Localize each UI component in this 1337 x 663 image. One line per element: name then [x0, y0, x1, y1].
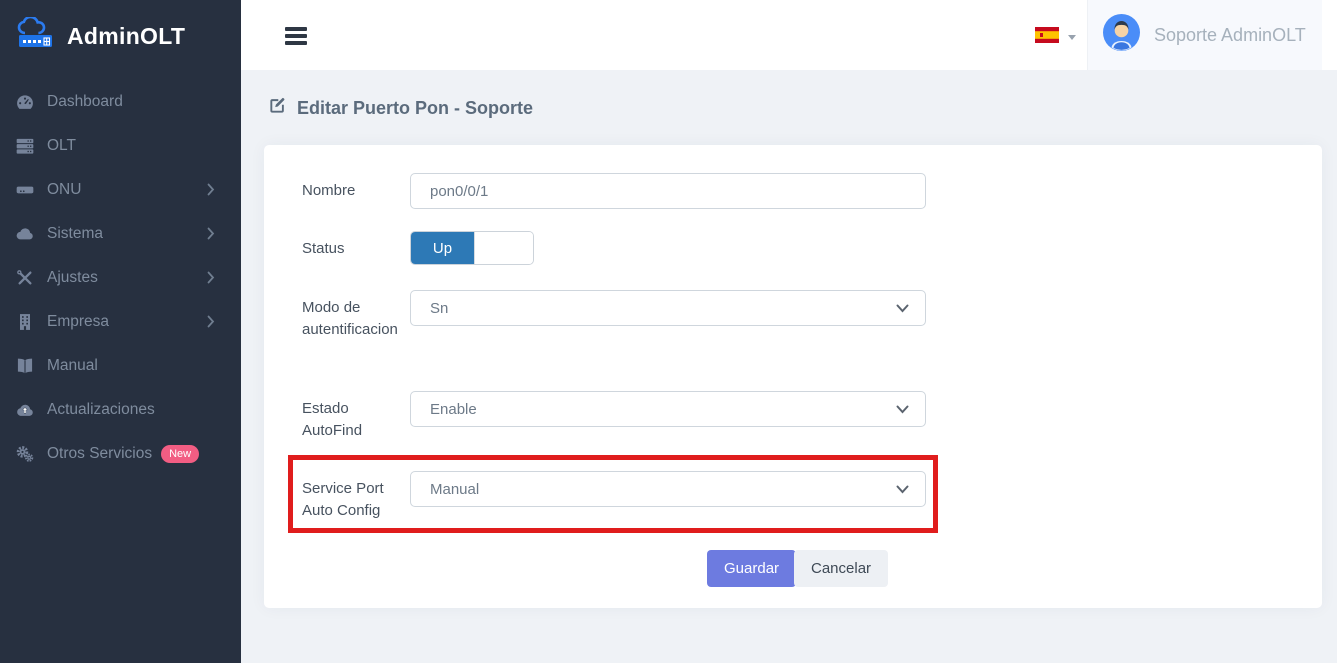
adminolt-logo-icon	[16, 17, 58, 56]
user-menu[interactable]: Soporte AdminOLT	[1087, 0, 1322, 70]
sidebar-item-label: Dashboard	[47, 93, 123, 111]
language-dropdown[interactable]	[1035, 27, 1076, 48]
server-icon	[14, 136, 36, 156]
sidebar-item-actualizaciones[interactable]: Actualizaciones	[0, 388, 241, 432]
sidebar-item-sistema[interactable]: Sistema	[0, 212, 241, 256]
caret-down-icon	[1068, 35, 1076, 40]
dashboard-icon	[14, 92, 36, 112]
sidebar-item-label: Empresa	[47, 313, 109, 331]
book-icon	[14, 356, 36, 376]
save-button[interactable]: Guardar	[707, 550, 796, 587]
chevron-right-icon	[207, 271, 215, 289]
sidebar-item-empresa[interactable]: Empresa	[0, 300, 241, 344]
sidebar-item-label: Ajustes	[47, 269, 98, 287]
sidebar-item-manual[interactable]: Manual	[0, 344, 241, 388]
sidebar-item-label: Otros Servicios	[47, 445, 152, 463]
sidebar-item-label: Manual	[47, 357, 98, 375]
status-toggle-track	[474, 232, 533, 264]
chevron-right-icon	[207, 227, 215, 245]
estado-autofind-value: Enable	[430, 401, 477, 418]
sidebar-item-onu[interactable]: ONU	[0, 168, 241, 212]
status-label: Status	[302, 238, 402, 260]
chevron-down-icon	[896, 481, 909, 498]
new-badge: New	[161, 445, 199, 463]
page-title: Editar Puerto Pon - Soporte	[268, 96, 533, 120]
nombre-input[interactable]	[410, 173, 926, 209]
sidebar-item-dashboard[interactable]: Dashboard	[0, 80, 241, 124]
building-icon	[14, 312, 36, 332]
user-name: Soporte AdminOLT	[1154, 25, 1306, 46]
estado-autofind-select[interactable]: Enable	[410, 391, 926, 427]
sidebar-item-olt[interactable]: OLT	[0, 124, 241, 168]
sidebar-item-otros-servicios[interactable]: Otros Servicios New	[0, 432, 241, 476]
nombre-label: Nombre	[302, 180, 402, 202]
topbar: Soporte AdminOLT	[241, 0, 1337, 70]
cancel-button[interactable]: Cancelar	[794, 550, 888, 587]
chevron-right-icon	[207, 315, 215, 333]
chevron-down-icon	[896, 300, 909, 317]
status-toggle-on-label: Up	[411, 232, 474, 264]
modo-autentificacion-label: Modo de autentificacion	[302, 297, 402, 341]
tools-icon	[14, 268, 36, 288]
app-logo[interactable]: AdminOLT	[0, 0, 241, 72]
service-port-auto-config-label: Service Port Auto Config	[302, 478, 402, 522]
device-icon	[14, 180, 36, 200]
status-toggle[interactable]: Up	[410, 231, 534, 265]
cloud-icon	[14, 224, 36, 244]
edit-icon	[268, 96, 287, 120]
sidebar-item-ajustes[interactable]: Ajustes	[0, 256, 241, 300]
avatar	[1103, 14, 1140, 56]
sidebar-item-label: Actualizaciones	[47, 401, 155, 419]
app-title: AdminOLT	[67, 23, 185, 50]
cloud-upload-icon	[14, 400, 36, 420]
form-card: Nombre Status Up Modo de autentificacion…	[264, 145, 1322, 608]
service-port-auto-config-value: Manual	[430, 481, 479, 498]
sidebar-item-label: ONU	[47, 181, 81, 199]
estado-autofind-label: Estado AutoFind	[302, 398, 402, 442]
sidebar-item-label: Sistema	[47, 225, 103, 243]
gears-icon	[14, 444, 36, 464]
modo-autentificacion-select[interactable]: Sn	[410, 290, 926, 326]
spain-flag-icon	[1035, 27, 1059, 48]
page-title-text: Editar Puerto Pon - Soporte	[297, 98, 533, 119]
chevron-down-icon	[896, 401, 909, 418]
modo-autentificacion-value: Sn	[430, 300, 448, 317]
sidebar: AdminOLT Dashboard OLT ONU Sistema	[0, 0, 241, 663]
sidebar-item-label: OLT	[47, 137, 76, 155]
sidebar-menu: Dashboard OLT ONU Sistema Ajus	[0, 80, 241, 476]
chevron-right-icon	[207, 183, 215, 201]
main-content: Editar Puerto Pon - Soporte Nombre Statu…	[241, 70, 1337, 663]
hamburger-menu-button[interactable]	[285, 27, 307, 48]
service-port-auto-config-select[interactable]: Manual	[410, 471, 926, 507]
